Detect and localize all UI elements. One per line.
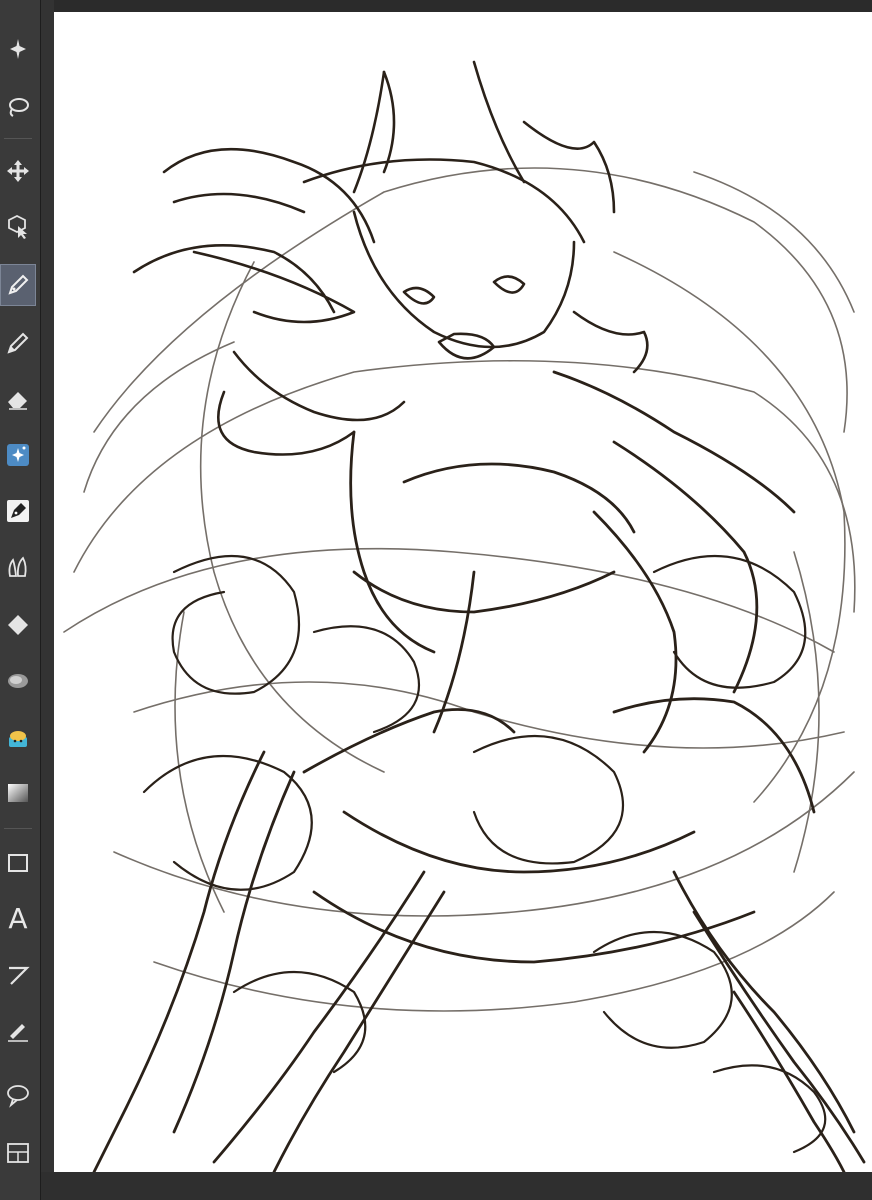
frame-icon[interactable] xyxy=(0,1132,36,1174)
object-select-icon[interactable] xyxy=(0,206,36,248)
toolbar-divider xyxy=(4,138,32,139)
line-icon[interactable] xyxy=(0,954,36,996)
canvas-margin xyxy=(41,0,54,1200)
ink-pen-icon[interactable] xyxy=(0,490,36,532)
toolbar-divider xyxy=(4,828,32,829)
magic-wand-icon[interactable] xyxy=(0,28,36,70)
pen-icon[interactable] xyxy=(0,264,36,306)
rectangle-icon[interactable] xyxy=(0,842,36,884)
text-tool-glyph: A xyxy=(8,902,28,935)
gradient-icon[interactable] xyxy=(0,772,36,814)
ruler-pen-icon[interactable] xyxy=(0,1010,36,1052)
smudge-icon[interactable] xyxy=(0,660,36,702)
sketch-artwork xyxy=(63,60,866,1172)
text-icon[interactable]: A xyxy=(0,898,36,940)
move-icon[interactable] xyxy=(0,150,36,192)
decoration-icon[interactable] xyxy=(0,434,36,476)
paint-bucket-icon[interactable] xyxy=(0,716,36,758)
blend-icon[interactable] xyxy=(0,546,36,588)
status-strip xyxy=(41,1172,872,1200)
fill-icon[interactable] xyxy=(0,604,36,646)
pencil-icon[interactable] xyxy=(0,322,36,364)
drawing-canvas[interactable] xyxy=(54,12,872,1172)
eraser-icon[interactable] xyxy=(0,378,36,420)
speech-balloon-icon[interactable] xyxy=(0,1074,36,1116)
tool-palette: A xyxy=(0,0,41,1200)
lasso-icon[interactable] xyxy=(0,86,36,128)
